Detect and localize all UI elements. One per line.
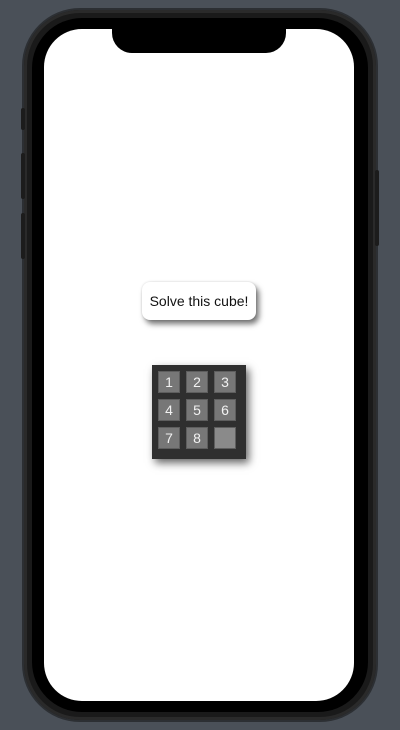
solve-prompt-label: Solve this cube! [142, 282, 256, 320]
puzzle-tile-8[interactable]: 8 [186, 427, 208, 449]
sliding-puzzle-board: 1 2 3 4 5 6 7 8 [152, 365, 246, 459]
puzzle-tile-1[interactable]: 1 [158, 371, 180, 393]
volume-up-button [21, 153, 25, 199]
puzzle-tile-7[interactable]: 7 [158, 427, 180, 449]
puzzle-tile-5[interactable]: 5 [186, 399, 208, 421]
puzzle-tile-6[interactable]: 6 [214, 399, 236, 421]
puzzle-tile-2[interactable]: 2 [186, 371, 208, 393]
app-screen: Solve this cube! 1 2 3 4 5 6 7 8 [44, 29, 354, 701]
power-button [375, 170, 379, 246]
silent-switch [21, 108, 25, 130]
volume-down-button [21, 213, 25, 259]
notch [112, 29, 286, 53]
puzzle-empty-slot[interactable] [214, 427, 236, 449]
device-frame-backdrop: Solve this cube! 1 2 3 4 5 6 7 8 [0, 0, 400, 730]
puzzle-tile-4[interactable]: 4 [158, 399, 180, 421]
puzzle-tile-3[interactable]: 3 [214, 371, 236, 393]
